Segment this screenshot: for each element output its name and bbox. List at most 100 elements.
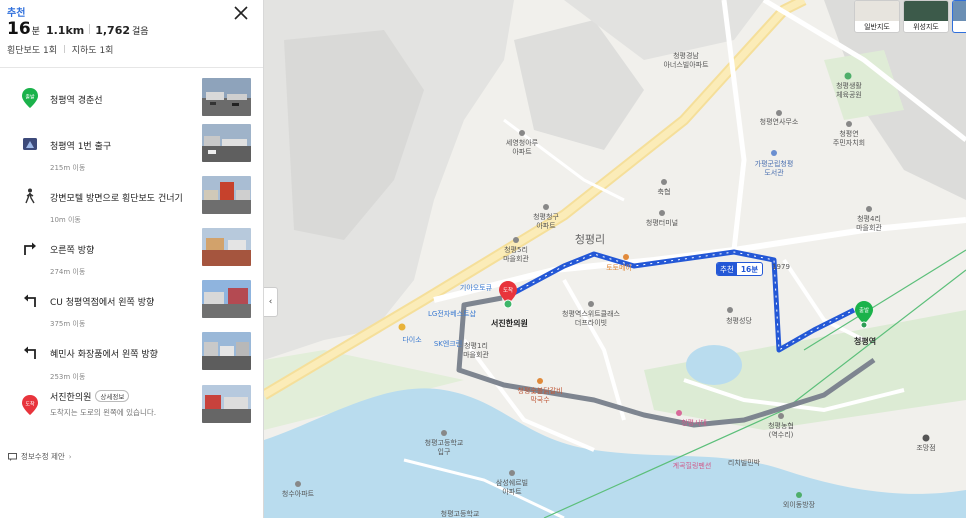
map-label: 마을회관 [503,254,529,263]
map-label: 아파트 [502,487,522,496]
turn-right-icon [20,238,40,258]
feedback-icon [8,452,17,461]
map-label: 청수아파트 [282,489,315,498]
step-label: 오른쪽 방향 [50,246,95,256]
map-label: 막국수 [530,395,550,404]
street-view-thumbnail[interactable] [202,385,251,423]
turn-left-icon [20,290,40,310]
map-label: 청평1리 [464,341,488,350]
detail-info-button[interactable]: 상세정보 [95,390,130,402]
route-step[interactable]: CU 청평역점에서 왼쪽 방향 [0,276,263,320]
street-view-thumbnail[interactable] [202,176,251,214]
map-label: 외이동방장 [783,500,816,509]
map-label: 마을회관 [463,350,489,359]
svg-text:출발: 출발 [859,306,869,314]
step-label: 서진한의원 상세정보 [50,390,130,403]
underpass-count: 지하도 1회 [71,46,114,56]
map-label: 청평터미널 [646,218,678,227]
maptype-satellite-button[interactable]: 위성지도 [903,0,949,33]
step-unit: 걸음 [132,27,149,37]
map-label: 세영청아루 [506,138,539,147]
maptype-satellite-label: 위성지도 [913,23,939,31]
map-label: 청평연사무소 [760,117,799,126]
map-label: 입구 [438,448,451,456]
map-label: 아파트 [512,147,532,156]
map-label: 아너스빌아파트 [663,60,709,69]
start-marker[interactable]: 출발 [854,300,874,329]
map-label: 청평청구 [533,212,559,221]
map-label: 조망점 [916,443,935,452]
step-label: 청평역 경춘선 [50,96,103,106]
street-view-thumbnail[interactable] [202,124,251,162]
street-view-thumbnail[interactable] [202,228,251,266]
route-step[interactable]: 혜민사 화장품에서 왼쪽 방향 [0,328,263,372]
map-label: 기아오토큐 [460,283,493,292]
exit-icon [20,134,40,154]
map-label: 토토메이 [606,263,632,272]
route-step[interactable]: 출발 청평역 경춘선 [0,74,263,118]
station-label: 청평역 [854,337,877,346]
map-label: 마을회관 [856,223,882,232]
maptype-more-button[interactable] [952,0,966,33]
map-label: 청평경남 [673,51,699,60]
step-label: 청평역 1번 출구 [50,142,112,152]
map-label: (역수리) [769,430,794,439]
start-marker-icon: 출발 [20,88,40,108]
maptype-normal-button[interactable]: 일반지도 [854,0,900,33]
route-step[interactable]: 강변모텔 방면으로 횡단보도 건너기 [0,172,263,216]
panel-collapse-button[interactable]: ‹ [264,287,278,317]
step-label: CU 청평역점에서 왼쪽 방향 [50,298,155,308]
satellite-map-thumbnail [904,1,948,21]
destination-label: 서진한의원 [491,319,528,328]
route-step[interactable]: 오른쪽 방향 [0,224,263,268]
svg-text:도착: 도착 [25,401,35,408]
map-view[interactable]: 청평경남 아너스빌아파트 청평생활 체육공원 청평연사무소 청평연 주민자치회 … [264,0,966,518]
map-label: 1979 [772,263,790,271]
map-label: 청평생활 [836,81,862,90]
destination-name: 서진한의원 [50,393,92,403]
arrive-marker-icon: 도착 [20,395,40,415]
maptype-normal-label: 일반지도 [864,23,890,31]
chevron-right-icon: › [68,452,72,461]
map-label: 청평고등학교 [425,438,464,447]
street-view-thumbnail[interactable] [202,280,251,318]
map-label: 청평고등학교 [441,509,480,518]
map-label: 리치빌민박 [728,458,761,467]
route-time-badge[interactable]: 추천 16분 [716,262,764,276]
map-label: 가평군립청평 [755,159,794,168]
map-label: LG전자베스트샵 [428,309,477,318]
normal-map-thumbnail [855,1,899,21]
step-label: 혜민사 화장품에서 왼쪽 방향 [50,350,158,360]
street-view-thumbnail[interactable] [202,332,251,370]
close-button[interactable] [233,5,249,21]
directions-panel: 추천 16 분 1.1km 1,762 걸음 횡단보도 1회 지하도 1회 출발… [0,0,264,518]
area-label: 청평리 [575,233,605,246]
route-distance: 1.1km [45,24,85,37]
suggest-edit-link[interactable]: 정보수정 제안 › [8,451,72,462]
recommend-label: 추천 [7,8,26,19]
step-label: 강변모텔 방면으로 횡단보도 건너기 [50,194,183,204]
map-label: 청평연 [839,129,858,138]
turn-left-icon [20,342,40,362]
route-summary: 추천 16 분 1.1km 1,762 걸음 횡단보도 1회 지하도 1회 [0,0,263,68]
street-view-thumbnail[interactable] [202,78,251,116]
map-label: 아파트 [536,221,556,230]
close-icon [234,6,248,20]
map-label: 청평농협 [768,421,794,430]
map-label: 계곡힐링펜션 [673,461,712,470]
map-label: 청평숯불닭갈비 [517,386,562,395]
maptype-more-thumbnail [953,1,966,21]
route-step[interactable]: 도착 서진한의원 상세정보 도착지는 도로의 왼쪽에 있습니다. [0,381,263,427]
duration-minutes: 16 [7,19,31,39]
map-label: 청평성당 [726,316,752,325]
map-canvas[interactable]: 청평경남 아너스빌아파트 청평생활 체육공원 청평연사무소 청평연 주민자치회 … [264,0,966,518]
route-badge-rec: 추천 [717,263,737,275]
map-label: SK엔크린 [434,339,462,348]
svg-text:출발: 출발 [25,94,35,101]
destination-marker[interactable]: 도착 [498,280,518,309]
map-label: 체육공원 [836,90,862,99]
duration-unit: 분 [31,27,40,37]
map-label: 주민자치회 [833,138,865,147]
step-count: 1,762 [95,24,131,37]
route-step[interactable]: 청평역 1번 출구 [0,120,263,164]
